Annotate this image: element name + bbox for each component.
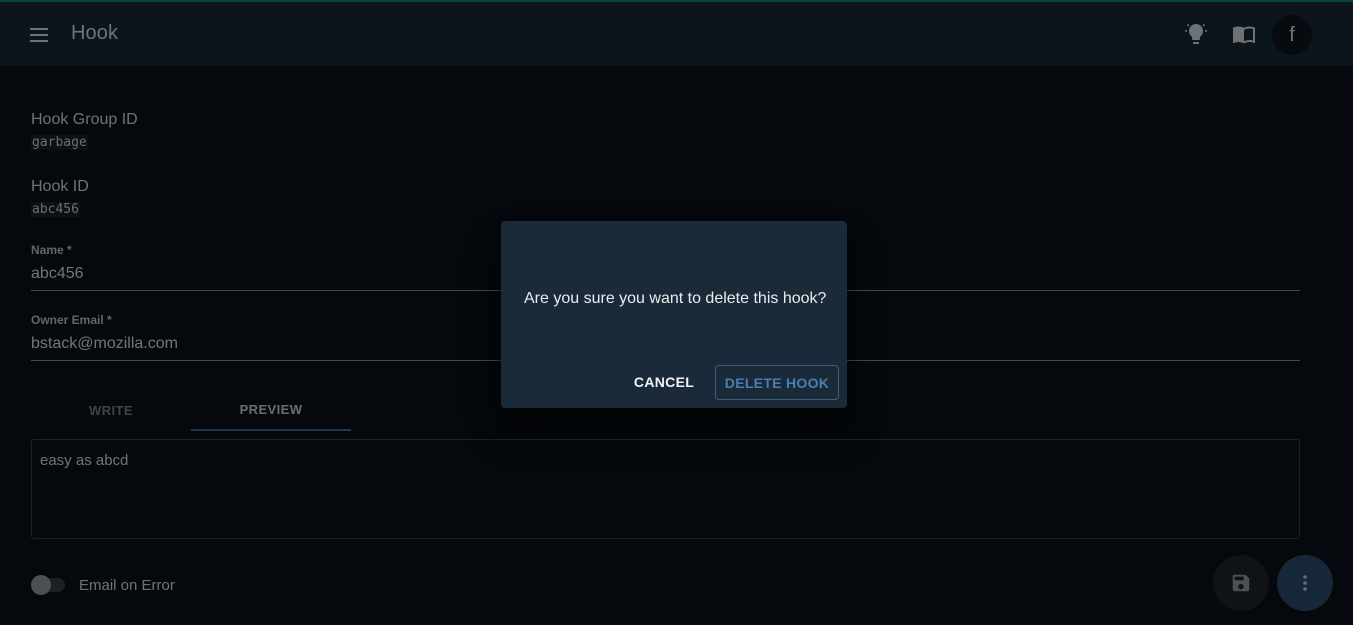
cancel-button[interactable]: CANCEL	[627, 365, 701, 399]
delete-hook-button[interactable]: DELETE HOOK	[715, 365, 839, 400]
delete-hook-dialog: Are you sure you want to delete this hoo…	[501, 221, 847, 408]
dialog-message: Are you sure you want to delete this hoo…	[524, 290, 827, 307]
